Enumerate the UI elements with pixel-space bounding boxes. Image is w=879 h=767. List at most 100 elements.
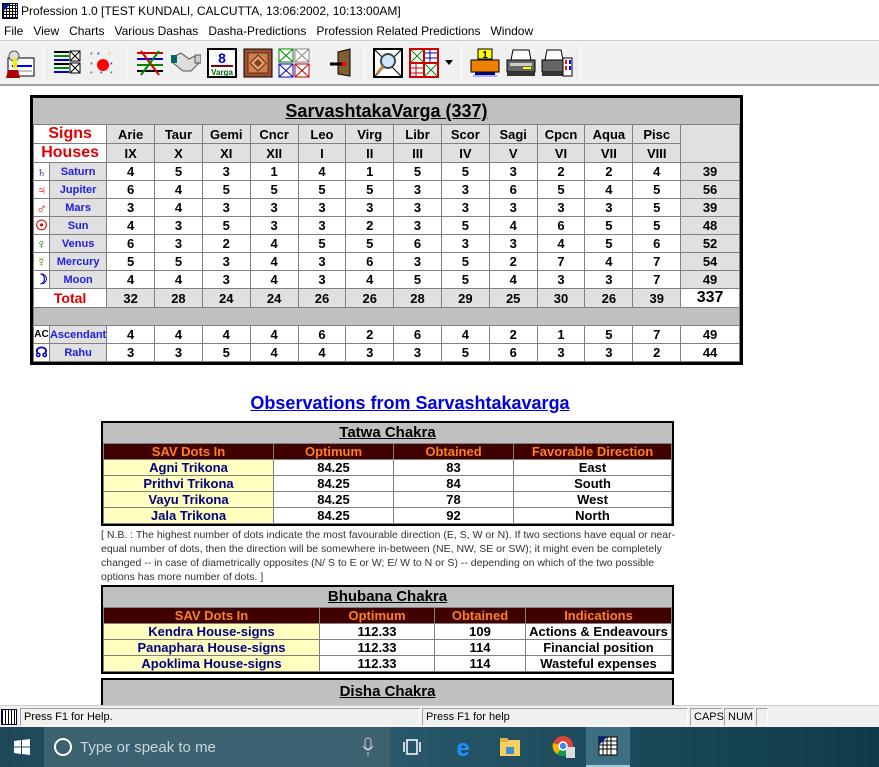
- bindu-cell: 5: [584, 325, 634, 344]
- bindu-cell: 5: [584, 234, 634, 253]
- bindu-cell: 5: [249, 180, 299, 199]
- menu-window[interactable]: Window: [486, 24, 539, 38]
- table-list-icon[interactable]: [51, 47, 83, 79]
- total-cell: 24: [249, 288, 299, 308]
- bindu-cell: 2: [345, 325, 395, 344]
- table-cell: 114: [434, 655, 526, 672]
- planet-total: 44: [680, 343, 740, 362]
- total-cell: 30: [536, 288, 586, 308]
- bindu-cell: 4: [201, 325, 251, 344]
- table-row: Jala Trikona 84.25 92 North: [103, 507, 672, 524]
- chrome-button[interactable]: [542, 727, 586, 767]
- color-printer-icon[interactable]: [541, 47, 573, 79]
- profession-app-button[interactable]: [586, 727, 630, 767]
- sign-header: Scor: [440, 124, 490, 144]
- print-preview-icon[interactable]: 1: [469, 47, 501, 79]
- person-card-icon[interactable]: [4, 47, 36, 79]
- microphone-icon[interactable]: [362, 737, 374, 757]
- bindu-cell: 5: [440, 343, 490, 362]
- row-label: Agni Trikona: [103, 459, 274, 476]
- table-cell: 84.25: [273, 507, 394, 524]
- bindu-cell: 4: [584, 180, 634, 199]
- total-cell: 26: [584, 288, 634, 308]
- menu-various-dashas[interactable]: Various Dashas: [110, 24, 204, 38]
- bindu-cell: 3: [440, 198, 490, 217]
- cortana-search-box[interactable]: Type or speak to me: [44, 727, 390, 767]
- bindu-cell: 4: [249, 270, 299, 289]
- svg-text:*: *: [90, 62, 93, 69]
- four-charts-icon[interactable]: [278, 47, 310, 79]
- windows-logo-icon: [14, 739, 30, 755]
- bindu-cell: 5: [345, 180, 395, 199]
- column-header: Optimum: [273, 443, 394, 460]
- house-header: VI: [536, 143, 586, 163]
- dots-chart-icon[interactable]: * * * * * * * *: [87, 47, 119, 79]
- bindu-cell: 3: [440, 180, 490, 199]
- handshake-icon[interactable]: [170, 47, 202, 79]
- edge-browser-button[interactable]: e: [441, 727, 485, 767]
- square-chart-icon[interactable]: [242, 47, 274, 79]
- planet-name: Moon: [48, 270, 108, 289]
- house-header: IV: [440, 143, 490, 163]
- table-cell: Wasteful expenses: [525, 655, 672, 672]
- exit-door-icon[interactable]: [325, 47, 357, 79]
- table-cell: West: [513, 491, 672, 508]
- total-cell: 25: [488, 288, 538, 308]
- bindu-cell: 2: [201, 234, 251, 253]
- table-cell: 84.25: [273, 475, 394, 492]
- multi-chart-icon[interactable]: [408, 47, 440, 79]
- bindu-cell: 7: [536, 252, 586, 271]
- rahu-symbol-icon: ☊: [33, 343, 50, 362]
- bindu-cell: 5: [440, 216, 490, 235]
- moon-symbol-icon: ☽: [33, 270, 50, 289]
- planet-total: 54: [680, 252, 740, 271]
- house-header: I: [297, 143, 347, 163]
- bindu-cell: 6: [488, 180, 538, 199]
- bindu-cell: 3: [488, 234, 538, 253]
- planet-total: 39: [680, 198, 740, 217]
- app-icon[interactable]: [2, 2, 18, 19]
- printer-icon[interactable]: [505, 47, 537, 79]
- planet-row: ♀ Venus 6 3 2 4 5 5 6 3 3 4 5 6 52: [33, 234, 740, 253]
- row-label: Prithvi Trikona: [103, 475, 274, 492]
- menu-profession-predictions[interactable]: Profession Related Predictions: [312, 24, 486, 38]
- varga-8-icon[interactable]: 8 Varga: [206, 47, 238, 79]
- planet-row: AC Ascendant 4 4 4 4 6 2 6 4 2 1 5 7 49: [33, 325, 740, 344]
- houses-label: Houses: [32, 143, 108, 163]
- magnifier-chart-icon[interactable]: [372, 47, 404, 79]
- task-view-button[interactable]: [390, 727, 434, 767]
- cross-lines-chart-icon[interactable]: [134, 47, 166, 79]
- observations-title[interactable]: Observations from Sarvashtakavarga: [0, 393, 820, 414]
- dropdown-arrow-icon[interactable]: [444, 47, 454, 79]
- varga-number: 8: [218, 50, 226, 66]
- bindu-cell: 6: [536, 216, 586, 235]
- total-cell: 24: [201, 288, 251, 308]
- menu-file[interactable]: File: [0, 24, 29, 38]
- caps-indicator: CAPS: [690, 708, 724, 726]
- planet-name: Jupiter: [48, 180, 108, 199]
- bindu-cell: 3: [201, 252, 251, 271]
- bindu-cell: 2: [584, 162, 634, 181]
- bindu-cell: 2: [488, 325, 538, 344]
- row-label: Panaphara House-signs: [103, 639, 320, 656]
- bindu-cell: 4: [154, 198, 203, 217]
- sign-header: Libr: [393, 124, 442, 144]
- bindu-cell: 3: [488, 198, 538, 217]
- bindu-cell: 3: [440, 234, 490, 253]
- bindu-cell: 4: [154, 325, 203, 344]
- bindu-cell: 3: [201, 270, 251, 289]
- start-button[interactable]: [0, 727, 44, 767]
- menu-view[interactable]: View: [29, 24, 65, 38]
- total-cell: 28: [393, 288, 442, 308]
- column-header: Optimum: [319, 607, 435, 624]
- table-cell: 83: [393, 459, 514, 476]
- window-title: Profession 1.0 [TEST KUNDALI, CALCUTTA, …: [21, 3, 401, 18]
- menu-dasha-predictions[interactable]: Dasha-Predictions: [204, 24, 312, 38]
- sun-symbol-icon: ☉: [33, 216, 50, 235]
- menu-charts[interactable]: Charts: [65, 24, 110, 38]
- file-explorer-button[interactable]: [488, 727, 532, 767]
- table-cell: North: [513, 507, 672, 524]
- svg-text:*: *: [100, 71, 103, 77]
- tatwa-chakra-table: Tatwa Chakra SAV Dots In Optimum Obtaine…: [101, 421, 674, 526]
- bindu-cell: 1: [345, 162, 395, 181]
